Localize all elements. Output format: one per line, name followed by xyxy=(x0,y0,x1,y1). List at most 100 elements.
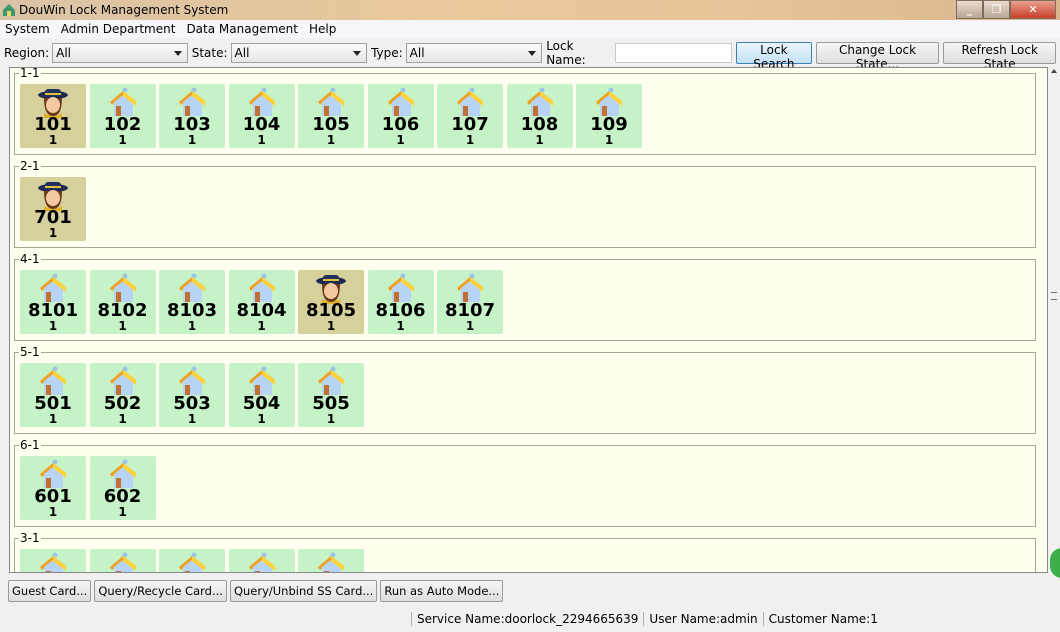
room-number: 8101 xyxy=(27,300,79,321)
room-number: 102 xyxy=(103,114,142,135)
lock-tile-701[interactable]: 701 1 xyxy=(20,177,86,241)
group-label: 5-1 xyxy=(19,345,41,359)
room-number: 106 xyxy=(381,114,420,135)
lock-tile-8104[interactable]: 8104 1 xyxy=(228,270,295,334)
lock-name-label: Lock Name: xyxy=(546,39,586,67)
lock-tile-503[interactable]: 503 1 xyxy=(159,363,225,427)
lock-tile-108[interactable]: 108 1 xyxy=(506,84,573,148)
room-count: 1 xyxy=(257,319,266,333)
house-lock-icon xyxy=(248,552,275,572)
lock-tile-room[interactable] xyxy=(159,549,225,572)
vertical-scrollbar[interactable] xyxy=(1048,67,1060,573)
lock-tile-room[interactable] xyxy=(89,549,156,572)
room-number: 8105 xyxy=(305,300,357,321)
group-label: 4-1 xyxy=(19,252,41,266)
title-bar: DouWin Lock Management System _ ❐ ✕ xyxy=(0,0,1060,20)
group-label: 2-1 xyxy=(19,159,41,173)
group-label: 6-1 xyxy=(19,438,41,452)
room-count: 1 xyxy=(396,319,405,333)
lock-tile-502[interactable]: 502 1 xyxy=(89,363,156,427)
room-number: 104 xyxy=(242,114,281,135)
lock-panel: 1-1 101 1 102 1 103 1 104 1 105 1 106 1 107 1 108 1 109 1 2… xyxy=(9,67,1048,573)
lock-tile-105[interactable]: 105 1 xyxy=(298,84,364,148)
room-count: 1 xyxy=(257,412,266,426)
room-count: 1 xyxy=(326,412,336,426)
region-group-4-1: 4-1 8101 1 8102 1 8103 1 8104 1 8105 1 8106 1 8107 1 xyxy=(14,252,1036,341)
lock-name-input[interactable] xyxy=(615,43,733,63)
lock-tile-103[interactable]: 103 1 xyxy=(159,84,225,148)
lock-tile-room[interactable] xyxy=(228,549,295,572)
lock-tile-8107[interactable]: 8107 1 xyxy=(437,270,503,334)
lock-tile-109[interactable]: 109 1 xyxy=(576,84,642,148)
room-number: 504 xyxy=(242,393,281,414)
house-lock-icon xyxy=(109,552,136,572)
lock-tile-106[interactable]: 106 1 xyxy=(367,84,434,148)
lock-tile-504[interactable]: 504 1 xyxy=(228,363,295,427)
region-group-2-1: 2-1 701 1 xyxy=(14,159,1036,248)
room-number: 8106 xyxy=(375,300,426,321)
lock-tile-505[interactable]: 505 1 xyxy=(298,363,364,427)
status-bar: Service Name:doorlock_2294665639 User Na… xyxy=(411,609,883,629)
room-number: 502 xyxy=(103,393,142,414)
menu-system[interactable]: System xyxy=(5,20,50,38)
refresh-lock-state-button[interactable]: Refresh Lock State xyxy=(943,42,1056,71)
group-label: 3-1 xyxy=(19,531,41,545)
room-number: 8104 xyxy=(236,300,287,321)
guest-card-button[interactable]: Guest Card... xyxy=(8,580,92,602)
run-auto-mode-button[interactable]: Run as Auto Mode... xyxy=(380,580,504,602)
room-count: 1 xyxy=(118,505,127,519)
room-number: 109 xyxy=(590,114,628,135)
room-count: 1 xyxy=(118,412,127,426)
room-count: 1 xyxy=(48,319,58,333)
room-number: 503 xyxy=(173,393,211,414)
state-select[interactable]: All xyxy=(230,43,368,63)
lock-tile-102[interactable]: 102 1 xyxy=(89,84,156,148)
group-label: 1-1 xyxy=(19,67,41,80)
maximize-button[interactable]: ❐ xyxy=(983,0,1010,19)
close-button[interactable]: ✕ xyxy=(1010,0,1056,19)
house-lock-icon xyxy=(318,552,344,572)
lock-tile-8106[interactable]: 8106 1 xyxy=(367,270,434,334)
room-count: 1 xyxy=(187,133,197,147)
lock-tile-107[interactable]: 107 1 xyxy=(437,84,503,148)
lock-tile-8102[interactable]: 8102 1 xyxy=(89,270,156,334)
type-select[interactable]: All xyxy=(405,43,543,63)
room-count: 1 xyxy=(326,319,336,333)
region-select[interactable]: All xyxy=(52,43,188,63)
scroll-up-icon[interactable] xyxy=(1051,69,1057,73)
menu-data-management[interactable]: Data Management xyxy=(186,20,298,38)
room-count: 1 xyxy=(465,319,475,333)
lock-tile-602[interactable]: 602 1 xyxy=(89,456,156,520)
house-lock-icon xyxy=(40,552,66,572)
lock-tile-8101[interactable]: 8101 1 xyxy=(20,270,86,334)
lock-tile-8105[interactable]: 8105 1 xyxy=(298,270,364,334)
region-group-5-1: 5-1 501 1 502 1 503 1 504 1 505 1 xyxy=(14,345,1036,434)
room-count: 1 xyxy=(604,133,614,147)
room-number: 8102 xyxy=(97,300,148,321)
minimize-button[interactable]: _ xyxy=(956,0,983,19)
lock-tile-501[interactable]: 501 1 xyxy=(20,363,86,427)
window-title: DouWin Lock Management System xyxy=(19,3,229,17)
lock-tile-room[interactable] xyxy=(20,549,86,572)
menu-admin-department[interactable]: Admin Department xyxy=(61,20,176,38)
room-number: 602 xyxy=(103,486,142,507)
lock-tile-601[interactable]: 601 1 xyxy=(20,456,86,520)
scroll-thumb-grip[interactable] xyxy=(1051,292,1057,300)
menu-help[interactable]: Help xyxy=(309,20,336,38)
region-group-1-1: 1-1 101 1 102 1 103 1 104 1 105 1 106 1 107 1 108 1 109 1 xyxy=(14,68,1036,155)
status-service-name: Service Name:doorlock_2294665639 xyxy=(411,612,643,626)
query-unbind-ss-card-button[interactable]: Query/Unbind SS Card... xyxy=(229,580,378,602)
app-icon xyxy=(3,4,15,16)
room-number: 501 xyxy=(34,393,72,414)
room-count: 1 xyxy=(465,133,475,147)
room-number: 105 xyxy=(312,114,350,135)
query-recycle-card-button[interactable]: Query/Recycle Card... xyxy=(94,580,227,602)
lock-search-button[interactable]: Lock Search xyxy=(736,42,812,71)
lock-tile-101[interactable]: 101 1 xyxy=(20,84,86,148)
lock-tile-104[interactable]: 104 1 xyxy=(228,84,295,148)
room-count: 1 xyxy=(48,412,58,426)
lock-tile-8103[interactable]: 8103 1 xyxy=(159,270,225,334)
lock-tile-room[interactable] xyxy=(298,549,364,572)
change-lock-state-button[interactable]: Change Lock State... xyxy=(815,42,940,71)
room-count: 1 xyxy=(118,319,127,333)
